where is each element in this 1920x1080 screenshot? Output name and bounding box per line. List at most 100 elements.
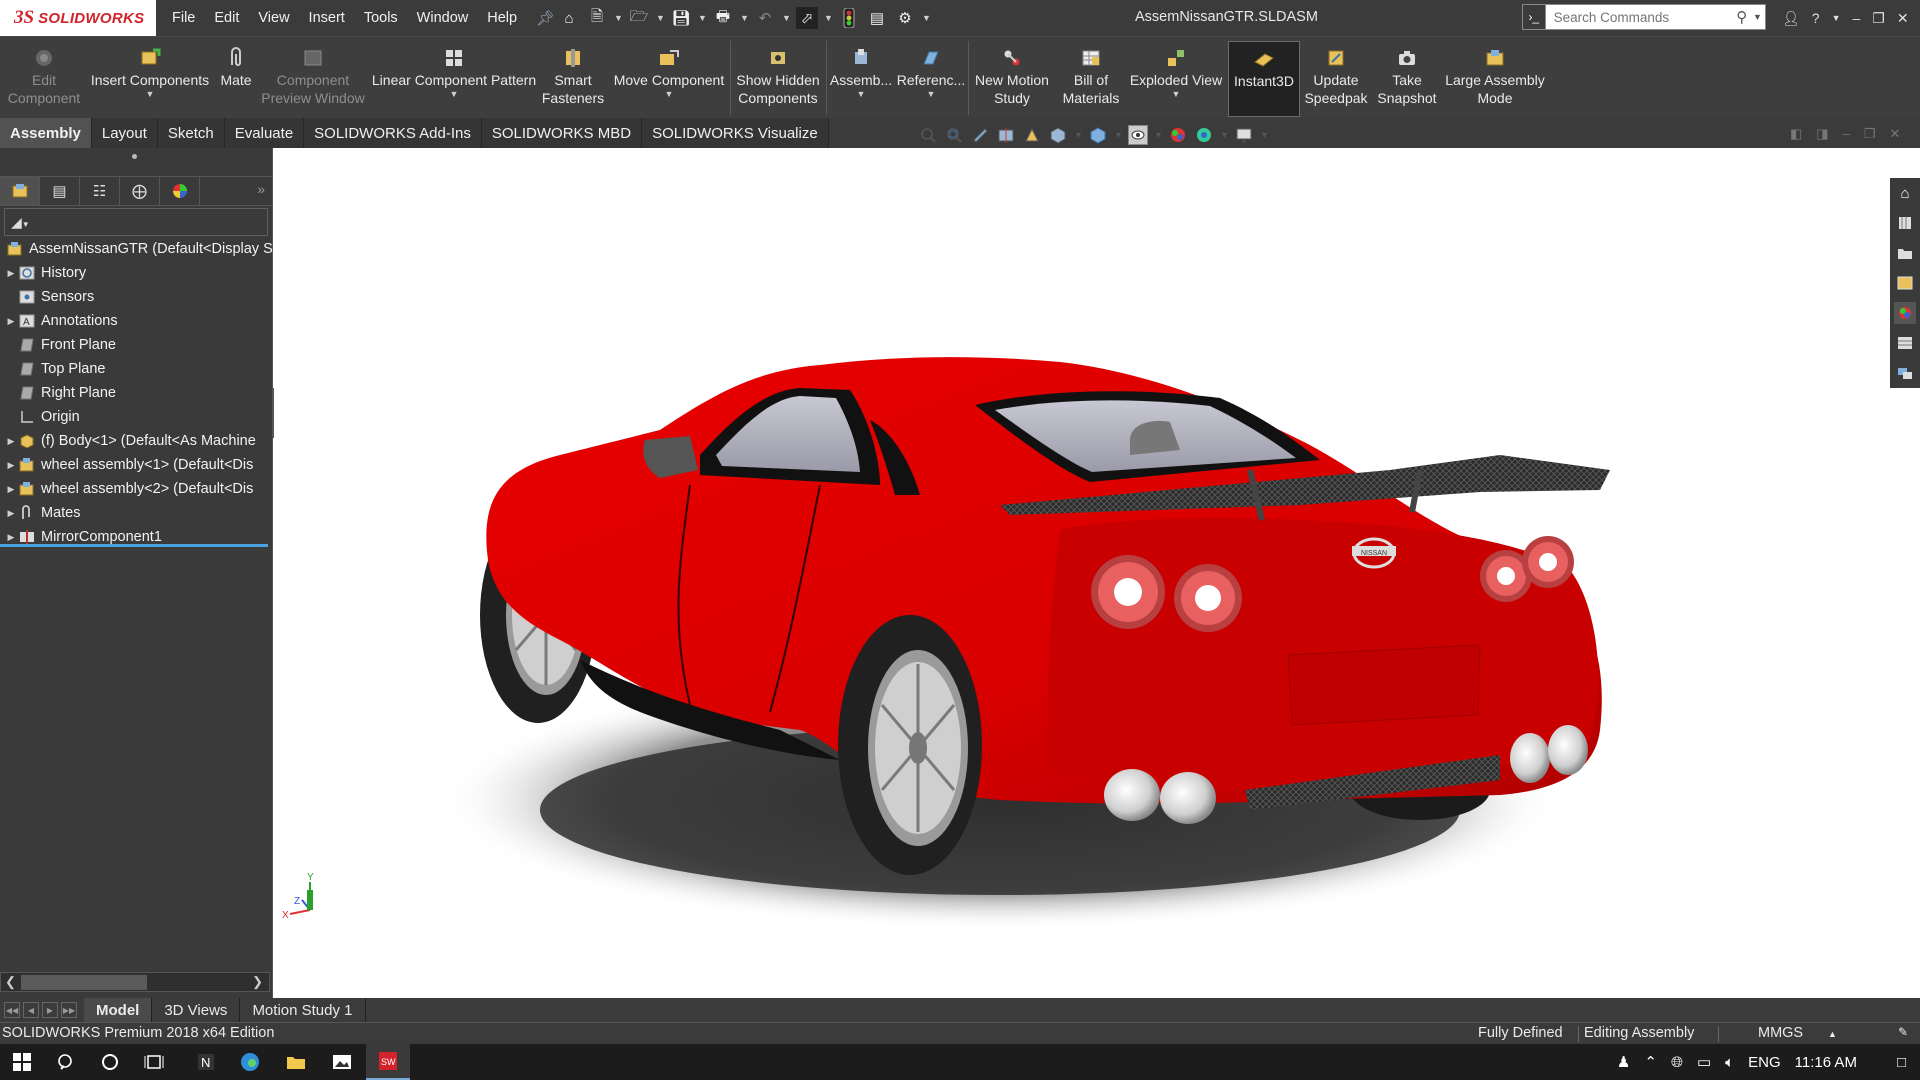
menu-view[interactable]: View <box>258 10 289 26</box>
solidworks-forum-icon[interactable] <box>1894 362 1916 384</box>
solidworks-logo[interactable]: 3S SOLIDWORKS <box>0 0 156 36</box>
zoom-to-fit-icon[interactable] <box>918 125 938 145</box>
close-icon[interactable]: ✕ <box>1889 126 1900 142</box>
pin-icon[interactable]: 📌︎ <box>536 10 554 27</box>
select-arrow-icon[interactable]: ⬀ <box>796 7 818 29</box>
edge-browser-icon[interactable] <box>228 1044 272 1080</box>
chevron-down-icon[interactable]: ▼ <box>1220 130 1229 140</box>
menu-help[interactable]: Help <box>487 10 517 26</box>
options-gear-icon[interactable]: ⚙︎ <box>894 7 916 29</box>
chevron-down-icon[interactable]: ▼ <box>1172 89 1181 99</box>
tile-left-icon[interactable]: ◧ <box>1790 126 1802 142</box>
menu-insert[interactable]: Insert <box>309 10 345 26</box>
large-assembly-mode-button[interactable]: Large Assembly Mode <box>1442 41 1548 117</box>
chevron-up-icon[interactable]: ▲ <box>1828 1029 1837 1039</box>
expand-arrow-icon[interactable]: ▶ <box>4 484 18 495</box>
chevron-right-icon[interactable]: » <box>257 181 265 197</box>
expand-arrow-icon[interactable]: ▶ <box>4 268 18 279</box>
show-hidden-components-button[interactable]: Show Hidden Components <box>732 41 824 117</box>
tab-solidworks-add-ins[interactable]: SOLIDWORKS Add-Ins <box>304 118 482 148</box>
language-indicator[interactable]: ENG <box>1748 1054 1781 1071</box>
previous-view-icon[interactable] <box>970 125 990 145</box>
windows-start-icon[interactable] <box>0 1044 44 1080</box>
close-icon[interactable]: ✕ <box>1897 10 1909 27</box>
new-document-icon[interactable]: 🗎︎ <box>586 7 608 29</box>
scroll-right-icon[interactable]: ❯ <box>252 974 263 990</box>
tree-item-origin[interactable]: Origin <box>0 405 273 429</box>
tab-motion-study-1[interactable]: Motion Study 1 <box>240 998 366 1022</box>
update-speedpak-button[interactable]: Update Speedpak <box>1302 41 1370 117</box>
battery-icon[interactable]: ▭ <box>1697 1053 1711 1071</box>
display-style-icon[interactable] <box>1088 125 1108 145</box>
volume-icon[interactable]: 🔈︎ <box>1725 1054 1734 1071</box>
hide-show-items-icon[interactable] <box>1128 125 1148 145</box>
tree-item-sensors[interactable]: Sensors <box>0 285 273 309</box>
chevron-down-icon[interactable]: ▼ <box>1753 12 1762 22</box>
solidworks-resources-icon[interactable]: ⌂ <box>1894 182 1916 204</box>
save-icon[interactable]: 💾︎ <box>670 7 692 29</box>
dimxpert-manager-icon[interactable]: ⨁ <box>120 177 160 205</box>
first-tab-icon[interactable]: ◀◀ <box>4 1002 20 1018</box>
exploded-view-button[interactable]: Exploded View ▼ <box>1128 41 1224 117</box>
chevron-down-icon[interactable]: ▼ <box>1260 130 1269 140</box>
tree-rollback-bar[interactable] <box>0 544 268 547</box>
search-icon[interactable]: ⚲ <box>1731 8 1753 26</box>
view-orientation-icon[interactable] <box>1048 125 1068 145</box>
open-folder-icon[interactable]: 🗁︎ <box>628 7 650 29</box>
tree-horizontal-scrollbar[interactable]: ❮ ❯ <box>0 972 270 992</box>
last-tab-icon[interactable]: ▶▶ <box>61 1002 77 1018</box>
configuration-manager-icon[interactable]: ☷ <box>80 177 120 205</box>
design-library-icon[interactable] <box>1894 212 1916 234</box>
cortana-icon[interactable] <box>88 1044 132 1080</box>
photos-icon[interactable] <box>320 1044 364 1080</box>
expand-arrow-icon[interactable]: ▶ <box>4 316 18 327</box>
reference-geometry-button[interactable]: Referenc... ▼ <box>896 41 966 117</box>
next-tab-icon[interactable]: ▶ <box>42 1002 58 1018</box>
file-explorer-icon[interactable] <box>1894 242 1916 264</box>
tree-item-top-plane[interactable]: Top Plane <box>0 357 273 381</box>
tree-item-wheel-assembly-2[interactable]: ▶ wheel assembly<2> (Default<Dis <box>0 477 273 501</box>
section-view-icon[interactable] <box>996 125 1016 145</box>
app-n-icon[interactable]: N <box>184 1044 228 1080</box>
menu-window[interactable]: Window <box>417 10 469 26</box>
tab-layout[interactable]: Layout <box>91 118 158 148</box>
pane-grip[interactable] <box>132 154 137 159</box>
view-settings-icon[interactable] <box>1234 125 1254 145</box>
tab-solidworks-visualize[interactable]: SOLIDWORKS Visualize <box>642 118 829 148</box>
linear-component-pattern-button[interactable]: Linear Component Pattern ▼ <box>370 41 538 117</box>
home-icon[interactable]: ⌂ <box>558 7 580 29</box>
dynamic-annotation-icon[interactable] <box>1022 125 1042 145</box>
print-icon[interactable]: 🖶︎ <box>712 7 734 29</box>
chevron-down-icon[interactable]: ▼ <box>1154 130 1163 140</box>
expand-arrow-icon[interactable]: ▶ <box>4 436 18 447</box>
appearances-scenes-icon[interactable] <box>1894 302 1916 324</box>
chevron-down-icon[interactable]: ▼ <box>824 13 833 23</box>
edit-component-button[interactable]: Edit Component <box>4 41 84 117</box>
tree-item-front-plane[interactable]: Front Plane <box>0 333 273 357</box>
restore-icon[interactable]: ❐ <box>1864 126 1876 142</box>
chevron-down-icon[interactable]: ▼ <box>857 89 866 99</box>
search-commands-box[interactable]: ›_ ⚲ ▼ <box>1522 4 1766 30</box>
tree-item-history[interactable]: ▶ History <box>0 261 273 285</box>
chevron-down-icon[interactable]: ▼ <box>1832 13 1841 23</box>
smart-fasteners-button[interactable]: Smart Fasteners <box>536 41 610 117</box>
assembly-features-button[interactable]: Assemb... ▼ <box>828 41 894 117</box>
tab-evaluate[interactable]: Evaluate <box>224 118 305 148</box>
chevron-up-icon[interactable]: ⌃ <box>1644 1053 1657 1071</box>
clock[interactable]: 11:16 AM <box>1795 1054 1857 1071</box>
tree-root-assembly[interactable]: AssemNissanGTR (Default<Display S <box>0 237 273 261</box>
scroll-left-icon[interactable]: ❮ <box>5 974 16 990</box>
tab-3d-views[interactable]: 3D Views <box>152 998 241 1022</box>
display-manager-icon[interactable] <box>160 177 200 205</box>
tree-item-right-plane[interactable]: Right Plane <box>0 381 273 405</box>
unit-system[interactable]: MMGS <box>1758 1025 1803 1041</box>
tab-model[interactable]: Model <box>84 998 153 1022</box>
move-component-button[interactable]: Move Component ▼ <box>610 41 728 117</box>
tab-solidworks-mbd[interactable]: SOLIDWORKS MBD <box>481 118 643 148</box>
tree-item-mates[interactable]: ▶ Mates <box>0 501 273 525</box>
tile-right-icon[interactable]: ◨ <box>1816 126 1828 142</box>
chevron-down-icon[interactable]: ▼ <box>698 13 707 23</box>
chevron-down-icon[interactable]: ▼ <box>665 89 674 99</box>
restore-icon[interactable]: ❐ <box>1872 10 1885 27</box>
file-explorer-icon[interactable] <box>274 1044 318 1080</box>
